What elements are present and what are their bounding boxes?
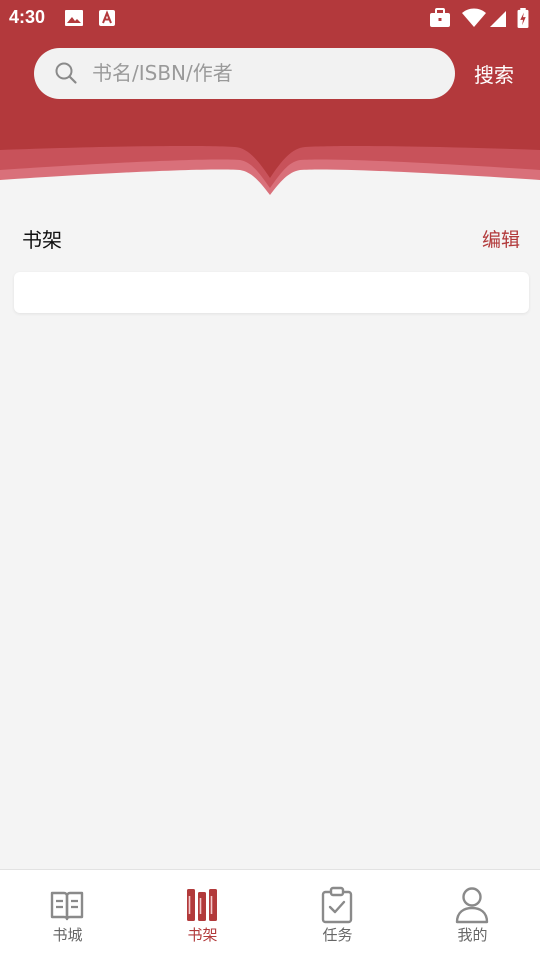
- tab-tasks[interactable]: 任务: [270, 870, 405, 961]
- signal-icon: [490, 11, 506, 27]
- bookshelf-icon: [187, 889, 217, 921]
- tab-bookshelf[interactable]: 书架: [135, 870, 270, 961]
- bookshelf-title: 书架: [22, 228, 62, 252]
- search-button[interactable]: 搜索: [466, 60, 522, 90]
- user-icon: [455, 887, 489, 924]
- tab-label: 任务: [322, 926, 353, 944]
- search-placeholder: 书名/ISBN/作者: [92, 61, 233, 85]
- open-book-icon: [50, 891, 84, 921]
- tab-label: 书城: [52, 926, 83, 944]
- tab-label: 书架: [187, 926, 218, 944]
- search-input[interactable]: 书名/ISBN/作者: [34, 48, 455, 99]
- battery-charging-icon: [517, 8, 529, 28]
- tab-bookstore[interactable]: 书城: [0, 870, 135, 961]
- status-bar: 4:30: [0, 0, 540, 36]
- search-icon: [55, 62, 77, 84]
- clipboard-check-icon: [321, 886, 353, 924]
- briefcase-icon: [430, 8, 450, 27]
- tab-mine[interactable]: 我的: [405, 870, 540, 961]
- bottom-tab-bar: 书城 书架 任务 我的: [0, 869, 540, 961]
- status-time: 4:30: [9, 7, 46, 27]
- image-icon: [65, 10, 83, 26]
- tab-label: 我的: [457, 926, 488, 944]
- bookshelf-card: [14, 272, 529, 313]
- edit-button[interactable]: 编辑: [482, 226, 520, 254]
- a-font-icon: [99, 10, 115, 26]
- wifi-icon: [462, 8, 486, 27]
